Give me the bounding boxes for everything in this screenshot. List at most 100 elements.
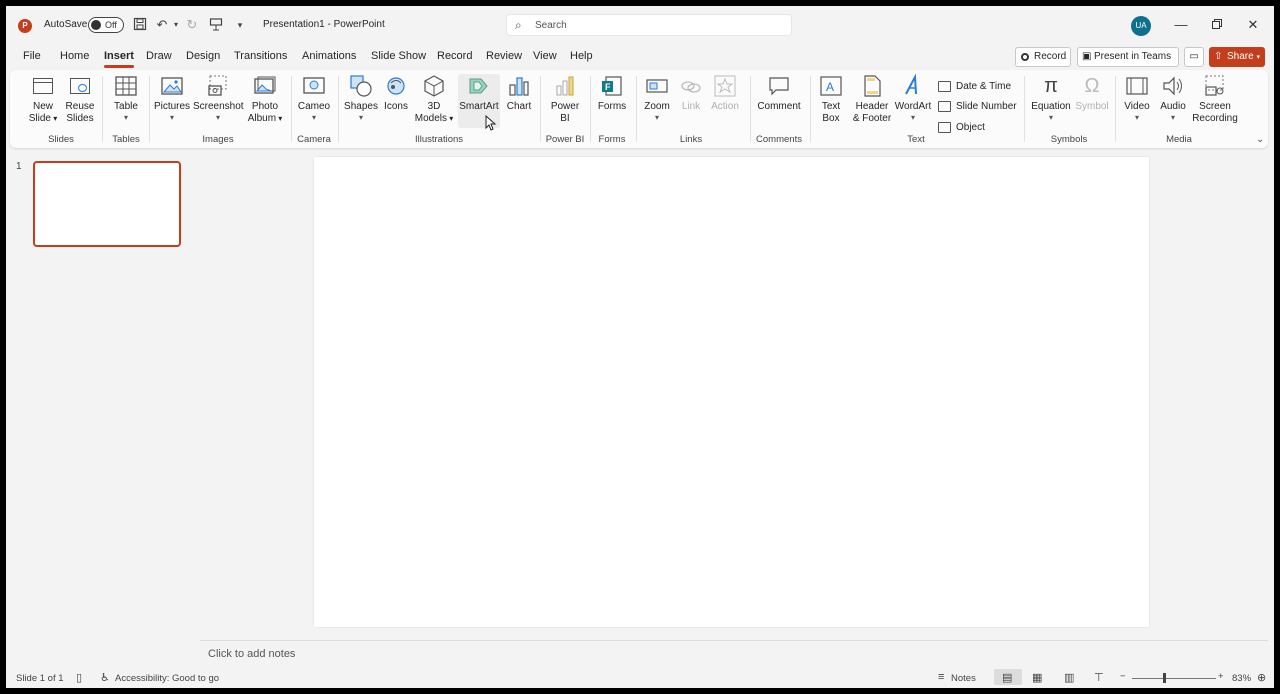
action-button[interactable]: Action: [708, 74, 742, 113]
tab-help[interactable]: Help: [570, 50, 593, 62]
reading-view-icon[interactable]: ▥: [1064, 671, 1074, 684]
zoom-percent[interactable]: 83%: [1232, 673, 1251, 684]
present-icon[interactable]: [208, 17, 224, 33]
reuse-slides-icon: [68, 74, 92, 98]
3d-models-button[interactable]: 3D Models ▾: [414, 74, 454, 125]
group-separator: [1024, 76, 1025, 142]
tab-insert[interactable]: Insert: [104, 50, 134, 68]
tab-record[interactable]: Record: [437, 50, 472, 62]
power-bi-icon: [553, 74, 577, 98]
group-separator: [338, 76, 339, 142]
group-label-symbols: Symbols: [1050, 134, 1088, 145]
video-button[interactable]: Video ▾: [1120, 74, 1154, 123]
toggle-knob: [91, 20, 101, 30]
slideshow-icon[interactable]: ⊤: [1094, 671, 1104, 684]
zoom-slider-thumb[interactable]: [1163, 673, 1166, 683]
group-separator: [750, 76, 751, 142]
smartart-icon: [467, 74, 491, 98]
slide-canvas[interactable]: [314, 157, 1149, 627]
title-bar: P AutoSave Off ↶ ▾ ↻ ▾ Presentation1 - P…: [6, 6, 1274, 44]
date-time-button[interactable]: Date & Time: [938, 80, 1011, 94]
mouse-cursor-icon: [485, 115, 497, 131]
autosave-toggle[interactable]: Off: [88, 17, 124, 33]
screenshot-button[interactable]: Screenshot ▾: [193, 74, 244, 123]
redo-icon[interactable]: ↻: [184, 17, 200, 33]
table-button[interactable]: Table ▾: [108, 74, 144, 123]
share-button[interactable]: ⇧ Share ▾: [1209, 47, 1265, 67]
accessibility-icon[interactable]: ♿: [100, 671, 110, 684]
close-icon[interactable]: ✕: [1244, 16, 1262, 34]
group-label-forms: Forms: [598, 134, 626, 145]
tab-transitions[interactable]: Transitions: [234, 50, 287, 62]
screenshot-icon: [206, 74, 230, 98]
comment-icon: [767, 74, 791, 98]
accessibility-status[interactable]: Accessibility: Good to go: [115, 673, 219, 684]
present-in-teams-button[interactable]: ▣ Present in Teams: [1077, 47, 1179, 67]
new-slide-button[interactable]: New Slide ▾: [26, 74, 60, 125]
tab-draw[interactable]: Draw: [146, 50, 172, 62]
record-button[interactable]: Record: [1015, 47, 1071, 67]
screen-recording-button[interactable]: Screen Recording: [1192, 74, 1238, 125]
icons-button[interactable]: Icons: [380, 74, 412, 113]
spelling-icon[interactable]: ▯: [76, 671, 82, 684]
date-time-icon: [938, 81, 951, 92]
tab-view[interactable]: View: [533, 50, 557, 62]
group-label-illustrations: Illustrations: [414, 134, 464, 145]
text-box-icon: A: [819, 74, 843, 98]
photo-album-button[interactable]: Photo Album ▾: [246, 74, 284, 125]
tab-animations[interactable]: Animations: [302, 50, 356, 62]
search-placeholder: Search: [535, 20, 567, 31]
fit-to-window-icon[interactable]: ⊕: [1257, 671, 1266, 684]
collapse-ribbon-icon[interactable]: ⌄: [1256, 134, 1264, 145]
text-box-button[interactable]: A Text Box: [814, 74, 848, 125]
restore-icon[interactable]: [1208, 16, 1226, 34]
tab-home[interactable]: Home: [60, 50, 89, 62]
wordart-button[interactable]: WordArt ▾: [894, 73, 932, 123]
zoom-in-icon[interactable]: +: [1218, 671, 1224, 682]
group-separator: [1115, 76, 1116, 142]
cameo-button[interactable]: Cameo ▾: [296, 74, 332, 123]
symbol-button[interactable]: Ω Symbol: [1074, 74, 1110, 113]
zoom-button[interactable]: Zoom ▾: [640, 74, 674, 123]
thumbnail-number: 1: [16, 161, 22, 172]
zoom-out-icon[interactable]: −: [1120, 671, 1126, 682]
object-button[interactable]: Object: [938, 121, 985, 135]
save-icon[interactable]: [132, 17, 148, 33]
slide-number-icon: [938, 101, 951, 112]
zoom-slider[interactable]: [1132, 678, 1216, 679]
powerpoint-logo-icon: P: [18, 19, 32, 33]
minimize-icon[interactable]: —: [1172, 16, 1190, 34]
tab-review[interactable]: Review: [486, 50, 522, 62]
notes-button[interactable]: Notes: [951, 673, 976, 684]
record-label: Record: [1034, 51, 1067, 62]
pictures-button[interactable]: Pictures ▾: [153, 74, 191, 123]
link-button[interactable]: Link: [676, 74, 706, 113]
slide-number-button[interactable]: Slide Number: [938, 100, 1017, 114]
svg-text:A: A: [826, 80, 834, 94]
reuse-slides-button[interactable]: Reuse Slides: [62, 74, 98, 125]
shapes-button[interactable]: Shapes ▾: [343, 74, 379, 123]
notes-pane[interactable]: Click to add notes: [200, 640, 1268, 666]
undo-dropdown-icon[interactable]: ▾: [168, 17, 184, 33]
forms-button[interactable]: F Forms: [594, 74, 630, 113]
customize-qat-icon[interactable]: ▾: [232, 17, 248, 33]
equation-button[interactable]: π Equation ▾: [1028, 74, 1074, 123]
new-slide-icon: [31, 74, 55, 98]
header-footer-button[interactable]: Header & Footer: [850, 74, 894, 125]
search-box[interactable]: ⌕ Search: [506, 14, 792, 36]
group-separator: [291, 76, 292, 142]
tab-design[interactable]: Design: [186, 50, 220, 62]
tab-file[interactable]: File: [23, 50, 41, 62]
comments-icon[interactable]: ▭: [1184, 47, 1204, 67]
zoom-icon: [645, 74, 669, 98]
comment-button[interactable]: Comment: [754, 74, 804, 113]
power-bi-button[interactable]: Power BI: [545, 74, 585, 125]
chart-button[interactable]: Chart: [503, 74, 535, 113]
audio-button[interactable]: Audio ▾: [1156, 74, 1190, 123]
tab-slide-show[interactable]: Slide Show: [371, 50, 426, 62]
group-label-media: Media: [1166, 134, 1192, 145]
slide-thumbnail[interactable]: [33, 161, 181, 247]
avatar[interactable]: UA: [1131, 16, 1151, 36]
status-bar: Slide 1 of 1 ▯ ♿ Accessibility: Good to …: [6, 668, 1274, 688]
slide-sorter-icon[interactable]: ▦: [1032, 671, 1042, 684]
